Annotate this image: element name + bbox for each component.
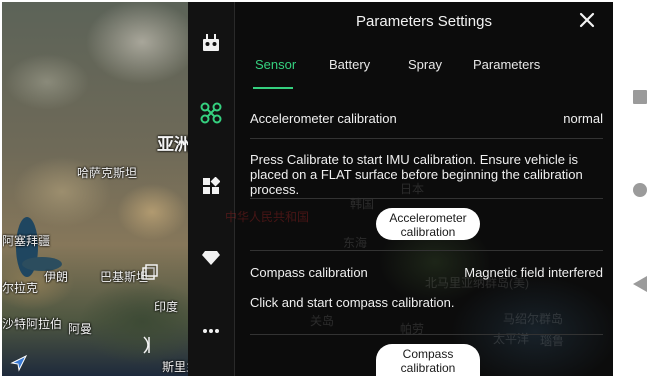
app-screen: 哈萨克斯坦 亚洲 阿塞拜疆 伊朗 巴基斯坦 印度 尔拉克 沙特阿拉伯 阿曼 斯里… [2, 2, 613, 376]
button-label: Compass [402, 347, 454, 361]
accelerometer-calibration-button[interactable]: Accelerometer calibration [376, 208, 480, 240]
map-view[interactable]: 哈萨克斯坦 亚洲 阿塞拜疆 伊朗 巴基斯坦 印度 尔拉克 沙特阿拉伯 阿曼 斯里… [2, 2, 188, 376]
location-arrow-icon[interactable] [10, 354, 28, 372]
map-label: 斯里兰卡 [162, 360, 188, 374]
compass-status: Magnetic field interfered [464, 265, 603, 280]
map-label: 阿塞拜疆 [2, 234, 51, 248]
tab-battery[interactable]: Battery [329, 57, 370, 72]
recents-button[interactable] [633, 90, 647, 104]
home-button[interactable] [633, 183, 647, 197]
map-label: 亚洲 [157, 135, 188, 154]
accelerometer-calibration-label: Accelerometer calibration [250, 111, 397, 126]
accelerometer-status: normal [563, 111, 603, 126]
close-icon[interactable] [577, 10, 597, 30]
active-tab-indicator [253, 87, 293, 89]
divider [250, 334, 603, 335]
compass-calibration-button[interactable]: Compass calibration [376, 344, 480, 376]
map-label: 沙特阿拉伯 [2, 317, 63, 331]
more-icon[interactable] [198, 318, 224, 344]
back-button[interactable] [633, 276, 647, 292]
drone-icon[interactable] [198, 100, 224, 126]
map-label: 哈萨克斯坦 [77, 166, 138, 180]
tab-spray[interactable]: Spray [408, 57, 442, 72]
parameters-settings-panel: Parameters Settings Sensor Battery Spray… [235, 2, 613, 376]
divider [250, 138, 603, 139]
button-label: calibration [400, 225, 456, 239]
divider [250, 250, 603, 251]
map-label: 阿曼 [68, 322, 93, 336]
compass-description: Click and start compass calibration. [250, 295, 455, 310]
tab-parameters[interactable]: Parameters [473, 57, 540, 72]
side-toolbar [188, 2, 235, 376]
remote-controller-icon[interactable] [198, 30, 224, 56]
map-label: 尔拉克 [2, 281, 39, 295]
system-nav-bar [613, 0, 663, 378]
button-label: Accelerometer [389, 211, 467, 225]
tab-sensor[interactable]: Sensor [255, 57, 296, 72]
accelerometer-description: Press Calibrate to start IMU calibration… [250, 152, 583, 197]
map-label: 印度 [154, 300, 179, 314]
page-title: Parameters Settings [356, 13, 492, 30]
button-label: calibration [400, 361, 456, 375]
apps-icon[interactable] [198, 173, 224, 199]
compass-calibration-label: Compass calibration [250, 265, 368, 280]
diamond-icon[interactable] [198, 245, 224, 271]
layers-icon[interactable] [140, 262, 160, 282]
map-label: 伊朗 [44, 270, 69, 284]
divider [250, 198, 603, 199]
compass-control-icon[interactable] [140, 334, 160, 356]
